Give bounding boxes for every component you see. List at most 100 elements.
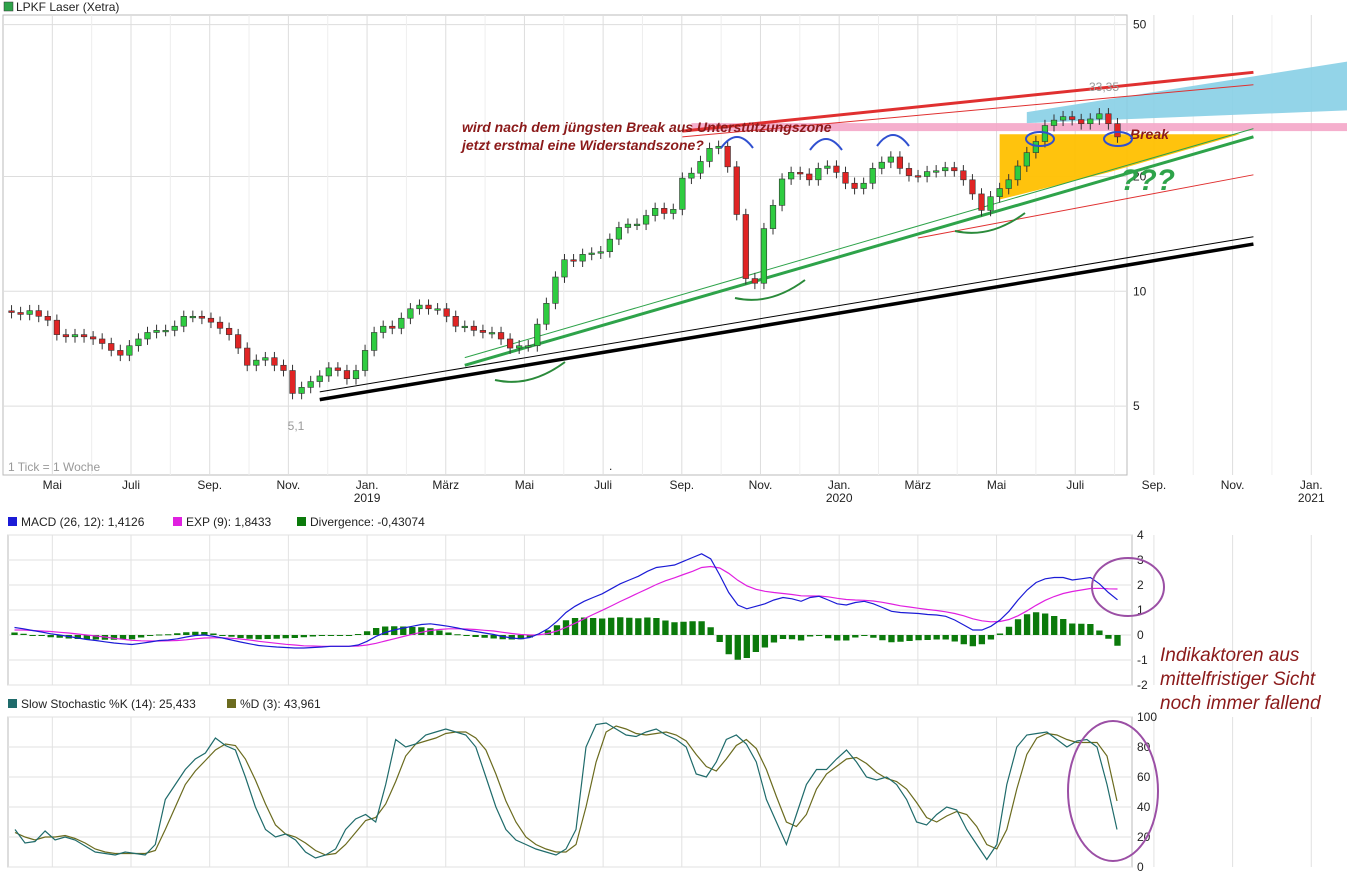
candle-body xyxy=(325,367,332,377)
candle-body xyxy=(1069,116,1076,120)
candle-body xyxy=(1005,179,1012,189)
candle-body xyxy=(235,334,242,349)
candle-body xyxy=(126,345,133,356)
macd-divergence-bar xyxy=(300,635,307,638)
candle-body xyxy=(561,259,568,278)
candle-body xyxy=(797,172,804,175)
candle-body xyxy=(1059,116,1067,121)
macd-divergence-bar xyxy=(345,635,353,636)
candle-body xyxy=(670,209,677,214)
candle-body xyxy=(280,364,287,371)
macd-divergence-bar xyxy=(1069,623,1076,635)
macd-y-tick-label: -1 xyxy=(1137,653,1148,667)
candle-body xyxy=(751,278,758,284)
macd-divergence-bar xyxy=(1096,630,1103,635)
candle-body xyxy=(833,165,840,173)
macd-divergence-bar xyxy=(598,618,606,635)
candle-body xyxy=(969,179,976,195)
price-x-tick-label: Nov. xyxy=(749,478,773,492)
macd-divergence-bar xyxy=(1051,616,1058,635)
macd-divergence-bar xyxy=(996,633,1004,635)
price-x-axis: Mai Juli Sep. Nov. Jan. März Mai Juli Sep. Nov. Ja… xyxy=(43,478,1325,505)
macd-divergence-bar xyxy=(879,635,886,641)
candle-body xyxy=(90,336,97,340)
macd-divergence-bar xyxy=(743,635,750,658)
stoch-plot-area xyxy=(7,716,1133,868)
question-marks: ??? xyxy=(1120,164,1175,197)
macd-divergence-bar xyxy=(38,635,45,636)
candle-body xyxy=(842,172,849,184)
candle-body xyxy=(896,156,904,169)
macd-divergence-bar xyxy=(1014,619,1022,635)
candle-body xyxy=(244,347,251,366)
candle-body xyxy=(887,156,894,163)
low-price-label: 5,1 xyxy=(288,419,305,433)
stochastic-panel: Slow Stochastic %K (14): 25,433 %D (3): … xyxy=(7,697,1312,874)
candle-body xyxy=(343,370,351,380)
macd-divergence-bar xyxy=(960,635,967,645)
candle-body xyxy=(198,316,206,319)
stoch-legend-d: %D (3): 43,961 xyxy=(240,697,321,711)
macd-divergence-bar xyxy=(725,635,732,655)
candle-body xyxy=(570,259,577,262)
macd-divergence-bar xyxy=(264,635,271,639)
macd-divergence-bar xyxy=(915,635,922,641)
macd-divergence-bar xyxy=(888,635,895,643)
macd-legend-exp: EXP (9): 1,8433 xyxy=(186,515,271,529)
candle-body xyxy=(35,310,42,317)
macd-divergence-bar xyxy=(128,635,136,640)
candle-body xyxy=(99,338,106,344)
candle-body xyxy=(1105,113,1112,125)
macd-divergence-bar xyxy=(282,635,289,639)
candle-body xyxy=(914,175,922,178)
candle-body xyxy=(878,161,885,169)
price-x-year-label: 2020 xyxy=(826,491,853,505)
candle-body xyxy=(525,345,532,348)
candle-body xyxy=(942,167,949,172)
macd-divergence-bar xyxy=(752,635,760,652)
macd-divergence-bar xyxy=(192,631,199,635)
macd-divergence-bar xyxy=(761,635,769,648)
stoch-y-tick-label: 60 xyxy=(1137,770,1151,784)
candle-body xyxy=(153,330,160,333)
candle-body xyxy=(579,254,586,262)
macd-divergence-bar xyxy=(978,635,986,645)
macd-divergence-bar xyxy=(427,628,434,635)
price-x-tick-label: Juli xyxy=(594,478,612,492)
macd-divergence-bar xyxy=(617,617,624,635)
macd-divergence-bar xyxy=(146,635,154,636)
macd-y-axis: -2-101234 xyxy=(1137,528,1148,692)
candle-body xyxy=(742,214,749,279)
candle-body xyxy=(271,357,278,366)
candle-body xyxy=(334,367,341,371)
candle-body xyxy=(552,276,559,304)
price-x-tick-label: Nov. xyxy=(1221,478,1245,492)
macd-divergence-bar xyxy=(336,635,344,636)
macd-divergence-bar xyxy=(635,618,642,635)
macd-divergence-bar xyxy=(1087,624,1094,635)
price-x-tick-label: Sep. xyxy=(669,478,694,492)
side-note-line1: Indikaktoren aus xyxy=(1160,645,1300,666)
macd-legend-macd: MACD (26, 12): 1,4126 xyxy=(21,515,145,529)
macd-divergence-bar xyxy=(680,621,687,635)
macd-divergence-bar xyxy=(969,635,976,647)
macd-divergence-bar xyxy=(933,635,940,640)
candle-body xyxy=(488,332,496,335)
candle-body xyxy=(951,167,958,172)
price-x-tick-label: Sep. xyxy=(197,478,222,492)
price-x-tick-label: Mai xyxy=(43,478,62,492)
candle-body xyxy=(144,332,151,340)
macd-divergence-bar xyxy=(1105,635,1112,639)
price-x-year-label: 2021 xyxy=(1298,491,1325,505)
candle-body xyxy=(108,343,115,351)
macd-divergence-bar xyxy=(291,635,298,638)
macd-divergence-bar xyxy=(219,635,226,636)
price-x-year-label: 2019 xyxy=(354,491,381,505)
candle-body xyxy=(180,316,187,327)
candle-body xyxy=(642,215,650,225)
macd-divergence-bar xyxy=(653,618,660,635)
macd-legend-swatch-divergence xyxy=(297,517,306,526)
macd-divergence-bar xyxy=(1041,613,1049,635)
macd-divergence-bar xyxy=(942,635,949,640)
candle-body xyxy=(760,228,768,284)
